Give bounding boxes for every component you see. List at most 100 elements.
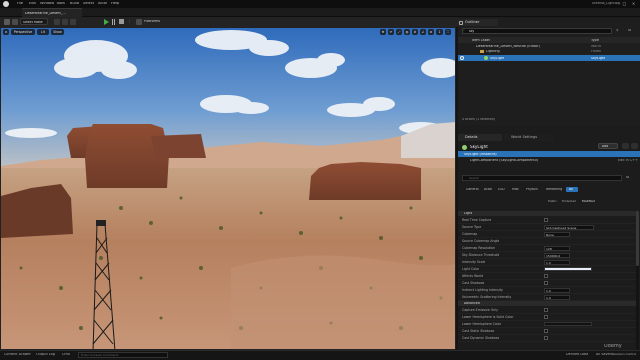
property-label: Cast Dynamic Shadows bbox=[462, 336, 500, 340]
close-icon[interactable]: × bbox=[631, 1, 636, 6]
level-viewport[interactable] bbox=[0, 27, 456, 350]
color-swatch[interactable] bbox=[544, 267, 592, 271]
maximize-icon[interactable]: □ bbox=[622, 1, 627, 6]
menu-file[interactable]: File bbox=[17, 2, 23, 6]
maximize-viewport-icon[interactable]: ⛶ bbox=[445, 29, 451, 35]
content-icon[interactable] bbox=[12, 19, 18, 25]
grid-snap-icon[interactable]: # bbox=[412, 29, 418, 35]
scale-icon[interactable]: ⤢ bbox=[396, 29, 402, 35]
platforms-icon[interactable] bbox=[136, 19, 142, 25]
translate-icon[interactable]: ✥ bbox=[380, 29, 386, 35]
details-tab[interactable]: Details bbox=[458, 134, 502, 141]
subtab-modified[interactable]: Modified bbox=[582, 200, 595, 203]
blueprint-button-icon[interactable] bbox=[622, 143, 629, 149]
menu-build[interactable]: Build bbox=[70, 2, 79, 6]
property-checkbox[interactable] bbox=[544, 315, 548, 319]
property-value[interactable]: 1.0 bbox=[544, 287, 570, 293]
property-value[interactable]: 1.0 bbox=[544, 259, 570, 265]
output-log-button[interactable]: Output Log bbox=[36, 353, 55, 356]
property-checkbox[interactable] bbox=[544, 218, 548, 222]
lit-button[interactable]: Lit bbox=[37, 29, 49, 35]
property-value[interactable]: None bbox=[544, 231, 570, 237]
property-value[interactable]: 128 bbox=[544, 245, 570, 251]
subtab-protected[interactable]: Protected bbox=[562, 200, 576, 203]
edit-in-cpp-link[interactable]: Edit in C++ bbox=[618, 159, 638, 162]
menu-help[interactable]: Help bbox=[111, 2, 119, 6]
property-value[interactable]: 150000.0 bbox=[544, 252, 570, 258]
filter-icon[interactable]: ⚲ bbox=[616, 29, 619, 33]
platforms-label[interactable]: Platforms bbox=[144, 20, 160, 23]
menu-tools[interactable]: Tools bbox=[56, 2, 65, 6]
details-search-input[interactable]: Search bbox=[462, 175, 622, 181]
play-icon[interactable] bbox=[104, 19, 109, 25]
details-view-options-icon[interactable]: ⚙ bbox=[626, 176, 629, 180]
world-local-icon[interactable]: ◍ bbox=[404, 29, 410, 35]
property-value[interactable]: 1.0 bbox=[544, 294, 570, 300]
section-header[interactable]: Advanced bbox=[458, 301, 636, 306]
outliner-search-input[interactable]: sky bbox=[462, 28, 612, 34]
filter-rendering[interactable]: Rendering bbox=[546, 188, 562, 191]
cmd-dropdown[interactable]: Cmd bbox=[62, 353, 70, 356]
section-header[interactable]: Light bbox=[458, 211, 636, 216]
property-checkbox[interactable] bbox=[544, 281, 548, 285]
perspective-button[interactable]: Perspective bbox=[11, 29, 35, 35]
outliner-header: Item Label Type bbox=[458, 37, 640, 43]
show-button[interactable]: Show bbox=[51, 29, 64, 35]
camera-speed-value[interactable]: 1 bbox=[436, 29, 443, 35]
filter-physics[interactable]: Physics bbox=[526, 188, 538, 191]
unreal-logo-icon[interactable] bbox=[3, 1, 9, 7]
level-tab[interactable]: DesertMarine_Desert_... bbox=[22, 8, 82, 17]
property-checkbox[interactable] bbox=[544, 329, 548, 333]
outliner-tab[interactable]: Outliner bbox=[458, 19, 498, 26]
derived-data-button[interactable]: Derived Data bbox=[566, 353, 588, 356]
filter-lod[interactable]: LOD bbox=[498, 188, 505, 191]
property-value[interactable]: SLS Captured Scene bbox=[544, 224, 594, 230]
rotate-icon[interactable]: ⟳ bbox=[388, 29, 394, 35]
save-icon[interactable] bbox=[4, 19, 10, 25]
tree-row[interactable]: Lighting Folder bbox=[458, 49, 640, 54]
property-checkbox[interactable] bbox=[544, 274, 548, 278]
filter-general[interactable]: General bbox=[466, 188, 479, 191]
property-checkbox[interactable] bbox=[544, 308, 548, 312]
cinematics-icon[interactable] bbox=[70, 19, 76, 25]
menu-actor[interactable]: Actor bbox=[98, 2, 107, 6]
udemy-watermark: Udemy bbox=[604, 344, 622, 349]
filter-misc[interactable]: Misc bbox=[512, 188, 519, 191]
stop-icon[interactable] bbox=[119, 19, 124, 24]
console-command-input[interactable]: Enter Console Command bbox=[78, 352, 168, 358]
property-checkbox[interactable] bbox=[544, 336, 548, 340]
menu-edit[interactable]: Edit bbox=[29, 2, 36, 6]
outliner-settings-icon[interactable]: ⚙ bbox=[628, 29, 631, 33]
details-scrollbar[interactable] bbox=[636, 211, 639, 350]
outliner-tab-icon bbox=[459, 20, 463, 25]
minimize-icon[interactable]: – bbox=[614, 1, 619, 6]
content-drawer-button[interactable]: Content Drawer bbox=[4, 353, 31, 356]
add-actor-icon[interactable] bbox=[54, 19, 60, 25]
blueprint-icon[interactable] bbox=[62, 19, 68, 25]
menu-select[interactable]: Select bbox=[83, 2, 94, 6]
component-row[interactable]: LightComponent (SkyLightComponent0) Edit… bbox=[458, 157, 640, 163]
col-type[interactable]: Type bbox=[591, 39, 599, 42]
filter-all-active[interactable]: All bbox=[566, 187, 578, 192]
add-component-button[interactable]: Add bbox=[598, 143, 618, 149]
pause-icon[interactable] bbox=[112, 19, 115, 25]
scale-snap-icon[interactable]: ⊡ bbox=[428, 29, 434, 35]
subtab-public[interactable]: Public bbox=[548, 200, 557, 203]
visibility-eye-icon[interactable] bbox=[460, 56, 464, 60]
all-saved-indicator[interactable]: All Saved bbox=[596, 353, 612, 356]
col-item-label[interactable]: Item Label bbox=[472, 39, 490, 42]
filter-actor[interactable]: Actor bbox=[484, 188, 492, 191]
more-options-icon[interactable]: ⋮ bbox=[128, 20, 132, 24]
property-row: Cast Shadows bbox=[458, 280, 636, 287]
details-settings-icon[interactable] bbox=[631, 143, 638, 149]
menu-window[interactable]: Window bbox=[40, 2, 54, 6]
angle-snap-icon[interactable]: ∠ bbox=[420, 29, 426, 35]
tree-row-selected[interactable]: SkyLight SkyLight bbox=[458, 55, 640, 61]
color-swatch[interactable] bbox=[544, 322, 592, 326]
details-scrollbar-thumb[interactable] bbox=[636, 211, 639, 266]
actor-name[interactable]: SkyLight bbox=[470, 145, 488, 149]
select-mode-dropdown[interactable]: Select Mode bbox=[20, 18, 48, 25]
revision-control-button[interactable]: Revision Control bbox=[612, 353, 636, 356]
world-settings-tab[interactable]: World Settings bbox=[504, 134, 554, 141]
viewport-menu-icon[interactable]: ≡ bbox=[3, 29, 9, 35]
